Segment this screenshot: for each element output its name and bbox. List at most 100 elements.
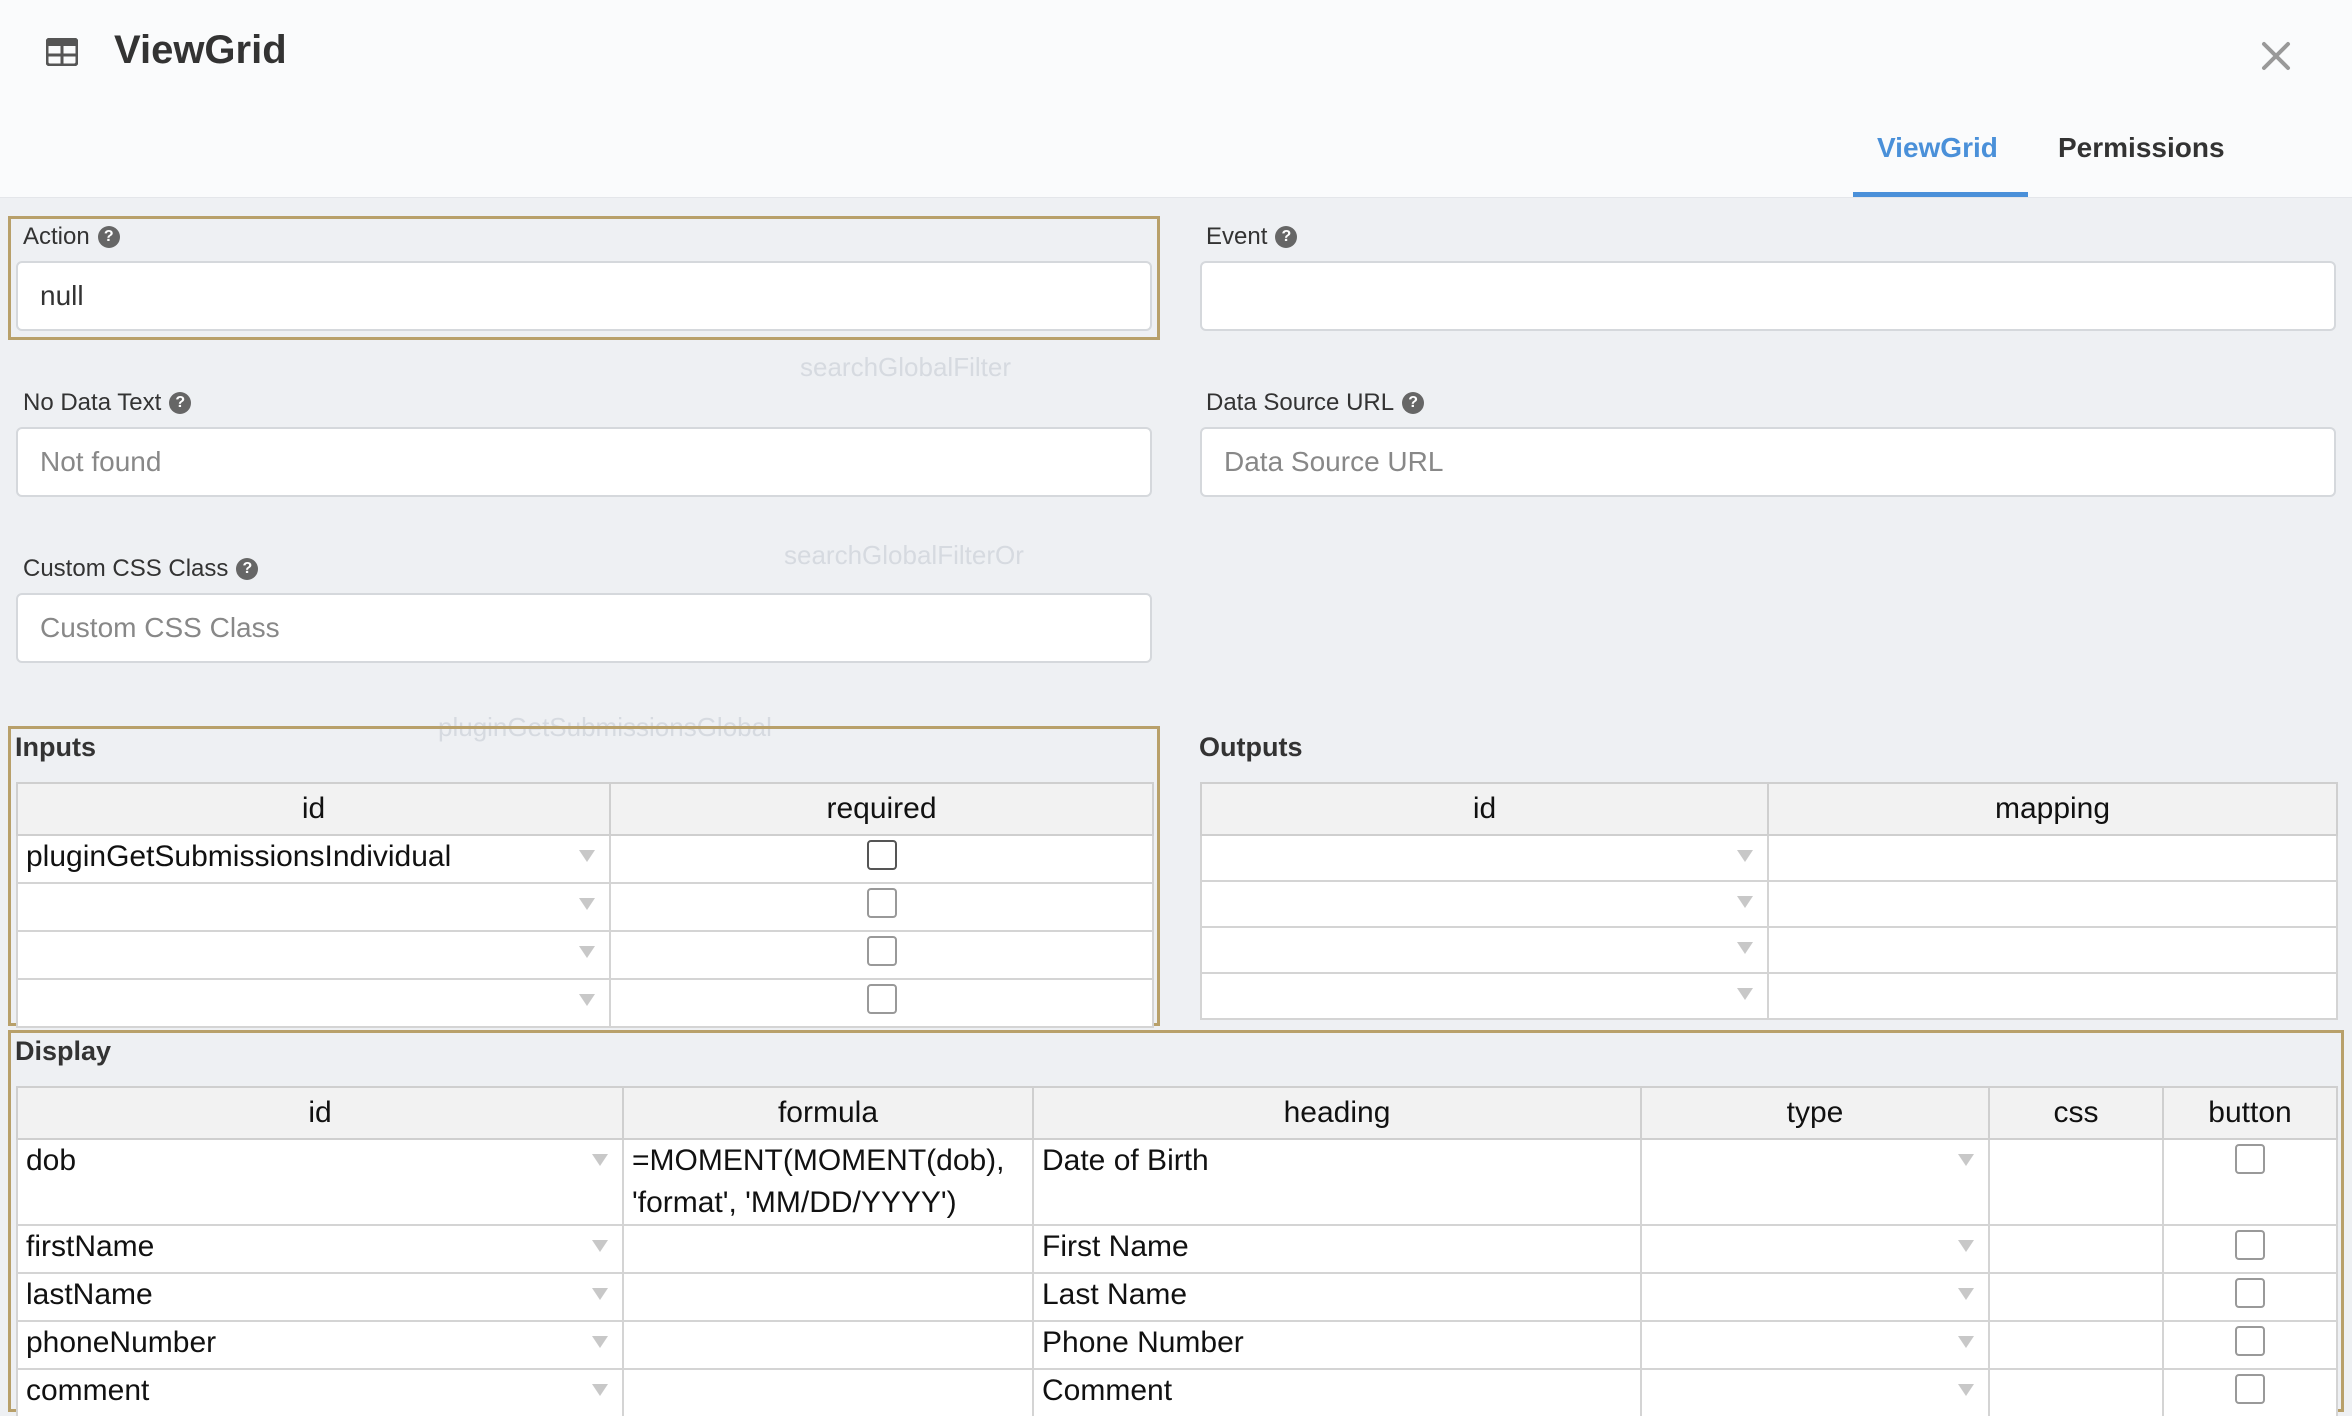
chevron-down-icon[interactable] bbox=[1958, 1240, 1974, 1252]
chevron-down-icon[interactable] bbox=[1737, 896, 1753, 908]
required-checkbox[interactable] bbox=[866, 984, 897, 1014]
display-formula-cell[interactable] bbox=[622, 1224, 1034, 1274]
button-checkbox[interactable] bbox=[2235, 1326, 2265, 1356]
event-input[interactable] bbox=[1200, 261, 2336, 331]
help-icon[interactable]: ? bbox=[236, 558, 259, 580]
chevron-down-icon[interactable] bbox=[592, 1288, 608, 1300]
chevron-down-icon[interactable] bbox=[1737, 942, 1753, 954]
inputs-id-cell[interactable] bbox=[16, 930, 611, 980]
table-row bbox=[1200, 926, 2338, 974]
required-checkbox[interactable] bbox=[866, 888, 897, 918]
table-row: comment Comment bbox=[16, 1368, 2338, 1416]
button-checkbox[interactable] bbox=[2235, 1278, 2265, 1308]
chevron-down-icon[interactable] bbox=[579, 898, 595, 910]
inputs-title: Inputs bbox=[15, 732, 96, 762]
chevron-down-icon[interactable] bbox=[1958, 1154, 1974, 1166]
display-type-cell[interactable] bbox=[1640, 1138, 1990, 1226]
required-checkbox[interactable] bbox=[866, 936, 897, 966]
display-col-button: button bbox=[2162, 1086, 2338, 1140]
display-type-cell[interactable] bbox=[1640, 1272, 1990, 1322]
data-source-url-label: Data Source URL ? bbox=[1206, 389, 1425, 417]
button-checkbox[interactable] bbox=[2235, 1230, 2265, 1260]
button-checkbox[interactable] bbox=[2235, 1144, 2265, 1174]
inputs-required-cell bbox=[609, 882, 1154, 932]
event-label: Event ? bbox=[1206, 223, 1298, 251]
display-type-cell[interactable] bbox=[1640, 1224, 1990, 1274]
outputs-mapping-cell[interactable] bbox=[1767, 972, 2338, 1020]
display-button-cell bbox=[2162, 1320, 2338, 1370]
chevron-down-icon[interactable] bbox=[592, 1240, 608, 1252]
no-data-text-input[interactable] bbox=[16, 427, 1152, 497]
display-heading-cell[interactable]: Date of Birth bbox=[1032, 1138, 1642, 1226]
display-id-cell[interactable]: comment bbox=[16, 1368, 624, 1416]
table-row: lastName Last Name bbox=[16, 1272, 2338, 1322]
display-css-cell[interactable] bbox=[1988, 1320, 2164, 1370]
chevron-down-icon[interactable] bbox=[1737, 988, 1753, 1000]
table-row: dob =MOMENT(MOMENT(dob), 'format', 'MM/D… bbox=[16, 1138, 2338, 1226]
cell-text: comment bbox=[26, 1374, 150, 1407]
display-id-cell[interactable]: firstName bbox=[16, 1224, 624, 1274]
display-id-cell[interactable]: lastName bbox=[16, 1272, 624, 1322]
display-css-cell[interactable] bbox=[1988, 1368, 2164, 1416]
outputs-id-cell[interactable] bbox=[1200, 972, 1769, 1020]
display-formula-cell[interactable] bbox=[622, 1272, 1034, 1322]
chevron-down-icon[interactable] bbox=[592, 1336, 608, 1348]
help-icon[interactable]: ? bbox=[97, 226, 120, 248]
display-button-cell bbox=[2162, 1368, 2338, 1416]
display-heading-cell[interactable]: Comment bbox=[1032, 1368, 1642, 1416]
display-col-css: css bbox=[1988, 1086, 2164, 1140]
display-formula-cell[interactable]: =MOMENT(MOMENT(dob), 'format', 'MM/DD/YY… bbox=[622, 1138, 1034, 1226]
help-icon[interactable]: ? bbox=[169, 392, 192, 414]
outputs-mapping-cell[interactable] bbox=[1767, 926, 2338, 974]
tab-viewgrid[interactable]: ViewGrid bbox=[1877, 132, 1998, 164]
inputs-id-cell[interactable] bbox=[16, 882, 611, 932]
button-checkbox[interactable] bbox=[2235, 1374, 2265, 1404]
display-id-cell[interactable]: dob bbox=[16, 1138, 624, 1226]
inputs-id-cell[interactable]: pluginGetSubmissionsIndividual bbox=[16, 834, 611, 884]
action-input[interactable] bbox=[16, 261, 1152, 331]
close-icon[interactable] bbox=[2254, 34, 2298, 78]
no-data-text-label: No Data Text ? bbox=[23, 389, 192, 417]
chevron-down-icon[interactable] bbox=[579, 994, 595, 1006]
cell-text: phoneNumber bbox=[26, 1326, 217, 1359]
outputs-id-cell[interactable] bbox=[1200, 880, 1769, 928]
display-type-cell[interactable] bbox=[1640, 1320, 1990, 1370]
display-formula-cell[interactable] bbox=[622, 1320, 1034, 1370]
outputs-id-cell[interactable] bbox=[1200, 926, 1769, 974]
help-icon[interactable]: ? bbox=[1275, 226, 1298, 248]
required-checkbox[interactable] bbox=[866, 840, 897, 870]
cell-text: firstName bbox=[26, 1230, 155, 1263]
outputs-id-cell[interactable] bbox=[1200, 834, 1769, 882]
modal-header: ViewGrid ViewGrid Permissions bbox=[0, 0, 2352, 198]
chevron-down-icon[interactable] bbox=[1958, 1384, 1974, 1396]
chevron-down-icon[interactable] bbox=[592, 1384, 608, 1396]
inputs-id-cell[interactable] bbox=[16, 978, 611, 1028]
chevron-down-icon[interactable] bbox=[579, 850, 595, 862]
table-row bbox=[16, 882, 1154, 932]
chevron-down-icon[interactable] bbox=[1958, 1288, 1974, 1300]
table-icon bbox=[46, 38, 78, 66]
display-heading-cell[interactable]: Last Name bbox=[1032, 1272, 1642, 1322]
outputs-mapping-cell[interactable] bbox=[1767, 880, 2338, 928]
action-label: Action ? bbox=[23, 223, 120, 251]
display-col-formula: formula bbox=[622, 1086, 1034, 1140]
cell-text: dob bbox=[26, 1144, 77, 1177]
chevron-down-icon[interactable] bbox=[1958, 1336, 1974, 1348]
display-css-cell[interactable] bbox=[1988, 1138, 2164, 1226]
chevron-down-icon[interactable] bbox=[1737, 850, 1753, 862]
display-formula-cell[interactable] bbox=[622, 1368, 1034, 1416]
tab-permissions[interactable]: Permissions bbox=[2058, 132, 2225, 164]
help-icon[interactable]: ? bbox=[1402, 392, 1425, 414]
display-type-cell[interactable] bbox=[1640, 1368, 1990, 1416]
chevron-down-icon[interactable] bbox=[592, 1154, 608, 1166]
display-css-cell[interactable] bbox=[1988, 1272, 2164, 1322]
chevron-down-icon[interactable] bbox=[579, 946, 595, 958]
display-heading-cell[interactable]: Phone Number bbox=[1032, 1320, 1642, 1370]
display-css-cell[interactable] bbox=[1988, 1224, 2164, 1274]
display-table: id formula heading type css button dob =… bbox=[16, 1086, 2338, 1416]
outputs-mapping-cell[interactable] bbox=[1767, 834, 2338, 882]
data-source-url-input[interactable] bbox=[1200, 427, 2336, 497]
display-heading-cell[interactable]: First Name bbox=[1032, 1224, 1642, 1274]
display-id-cell[interactable]: phoneNumber bbox=[16, 1320, 624, 1370]
custom-css-class-input[interactable] bbox=[16, 593, 1152, 663]
